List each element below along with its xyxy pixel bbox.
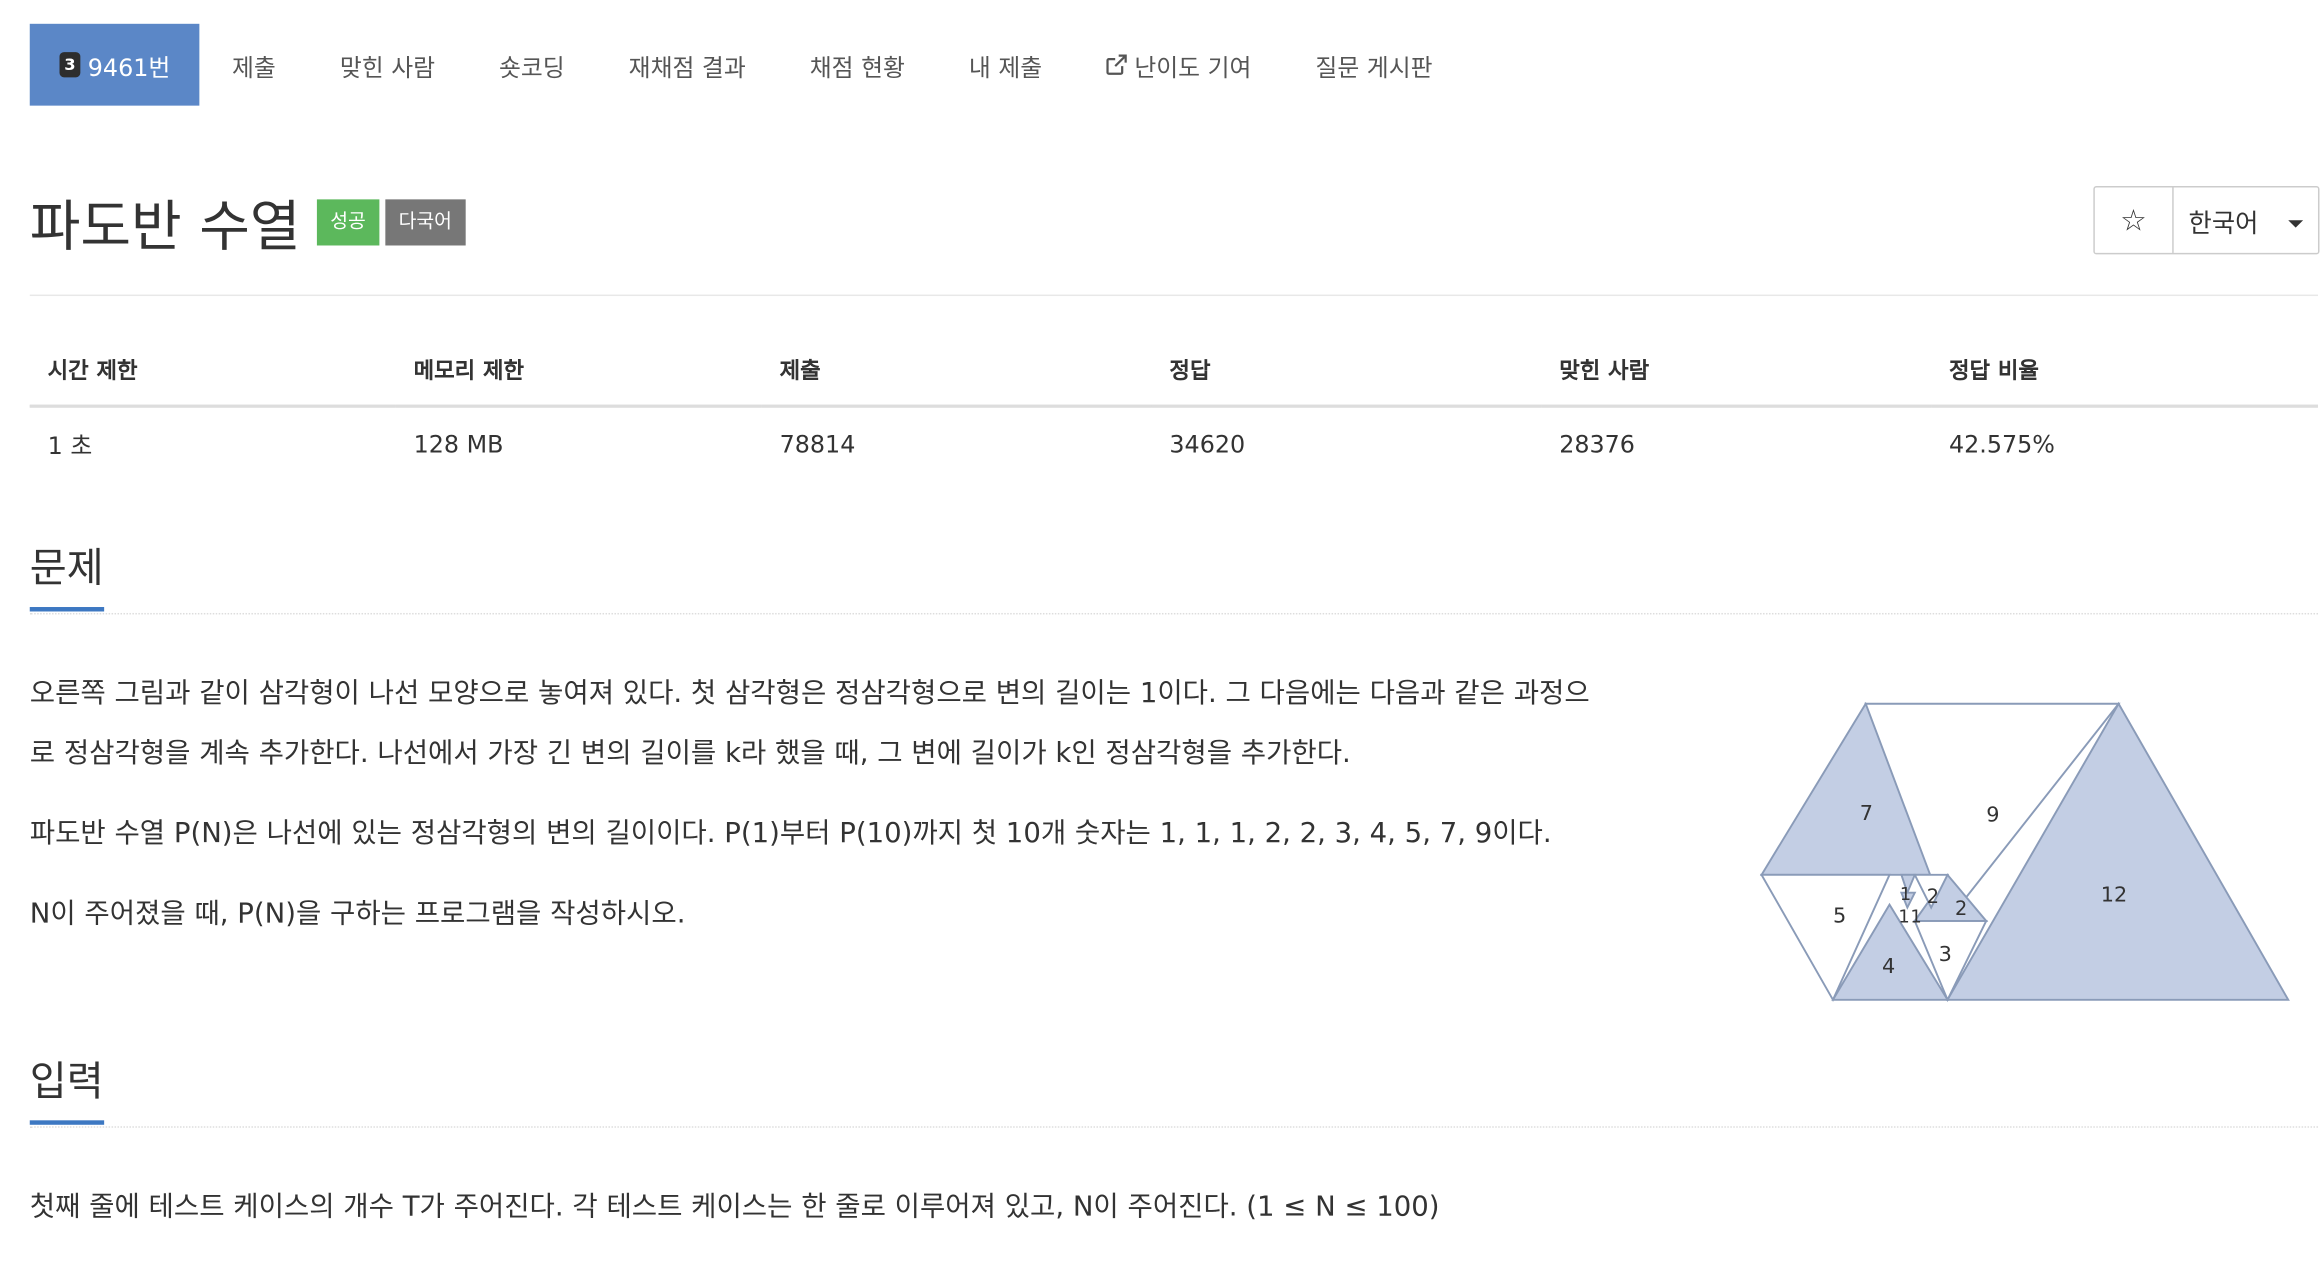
problem-description-line-2: 로 정삼각형을 계속 추가한다. 나선에서 가장 긴 변의 길이를 k라 했을 … [29,737,1351,770]
tab-status[interactable]: 채점 현황 [778,24,937,106]
title-divider [29,294,2318,297]
external-link-icon [1107,54,1128,75]
problem-description-line-1: 오른쪽 그림과 같이 삼각형이 나선 모양으로 놓여져 있다. 첫 삼각형은 정… [29,678,1590,710]
section-input-title: 입력 [29,1060,104,1125]
tab-rejudge-results[interactable]: 재채점 결과 [597,24,778,106]
star-icon: ☆ [2120,202,2147,239]
tab-submit[interactable]: 제출 [200,24,308,106]
figure-label-1b: 1 [1898,906,1909,927]
tier-badge-icon: 3 [59,52,81,78]
value-time-limit: 1 초 [47,431,93,460]
padovan-spiral-image: 7 9 1 2 2 1 1 5 12 4 3 [1759,701,2290,1003]
value-accepted: 34620 [1169,429,1246,458]
figure-label-5: 5 [1833,903,1846,927]
language-label: 한국어 [2188,209,2259,239]
problem-title: 파도반 수열 [29,194,301,259]
figure-label-12: 12 [2101,883,2127,907]
problem-nav-tabs: 3 9461번 제출 맞힌 사람 숏코딩 재채점 결과 채점 현황 내 제출 난… [29,23,1465,106]
tab-difficulty-contribution[interactable]: 난이도 기여 [1074,24,1283,106]
section-problem-header: 문제 [29,547,2318,615]
figure-label-3: 3 [1939,942,1952,966]
table-row: 1 초 128 MB 78814 34620 28376 42.575% [30,406,2318,479]
figure-label-2a: 2 [1927,885,1939,908]
header-time-limit: 시간 제한 [29,334,396,408]
problem-description-paragraph-3: N이 주어졌을 때, P(N)을 구하는 프로그램을 작성하시오. [29,898,686,930]
padovan-spiral-figure: 7 9 1 2 2 1 1 5 12 4 3 [1756,696,2295,1008]
language-dropdown[interactable]: 한국어 [2174,187,2318,252]
value-solved-users: 28376 [1559,429,1635,458]
tab-problem[interactable]: 3 9461번 [29,23,201,106]
value-submissions: 78814 [779,429,856,458]
tab-solved-users[interactable]: 맞힌 사람 [308,24,467,106]
tab-problem-label: 9461번 [87,52,171,82]
header-submissions: 제출 [761,334,1152,408]
tab-short-coding[interactable]: 숏코딩 [467,24,597,106]
figure-label-2b: 2 [1955,897,1967,920]
figure-label-9: 9 [1986,802,1999,826]
status-badge-success: 성공 [316,198,380,245]
input-description: 첫째 줄에 테스트 케이스의 개수 T가 주어진다. 각 테스트 케이스는 한 … [29,1191,1440,1223]
star-button[interactable]: ☆ [2095,187,2174,253]
figure-label-4: 4 [1882,954,1895,978]
figure-label-1c: 1 [1910,906,1921,927]
figure-label-7: 7 [1860,801,1873,825]
tab-my-submissions[interactable]: 내 제출 [937,24,1074,106]
title-actions: ☆ 한국어 [2093,185,2320,255]
tab-difficulty-contribution-label: 난이도 기여 [1134,52,1252,82]
tab-question-board[interactable]: 질문 게시판 [1283,24,1464,106]
problem-title-row: 파도반 수열 성공 다국어 [30,182,466,262]
problem-info-table: 시간 제한 메모리 제한 제출 정답 맞힌 사람 정답 비율 1 초 128 M… [29,334,2318,479]
value-accept-ratio: 42.575% [1949,429,2055,458]
header-accepted: 정답 [1151,334,1542,408]
header-memory-limit: 메모리 제한 [395,334,762,408]
caret-down-icon [2288,219,2304,227]
status-badge-multilang: 다국어 [385,198,466,245]
section-input-header: 입력 [29,1060,2318,1128]
figure-label-1a: 1 [1900,884,1911,905]
value-memory-limit: 128 MB [413,429,504,458]
table-header-row: 시간 제한 메모리 제한 제출 정답 맞힌 사람 정답 비율 [29,334,2318,408]
header-accept-ratio: 정답 비율 [1931,334,2318,408]
section-problem-title: 문제 [29,547,104,612]
header-solved-users: 맞힌 사람 [1541,334,1932,408]
problem-description-paragraph-2: 파도반 수열 P(N)은 나선에 있는 정삼각형의 변의 길이이다. P(1)부… [29,818,1552,850]
